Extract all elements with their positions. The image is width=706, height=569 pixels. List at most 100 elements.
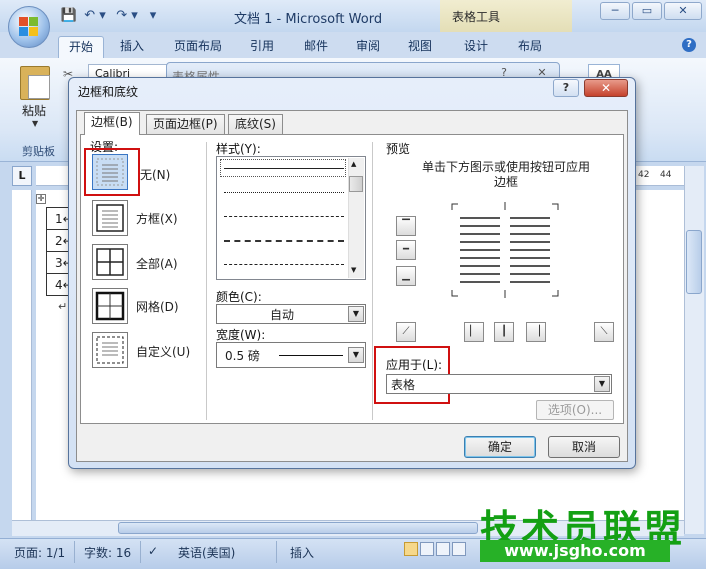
scroll-up-icon[interactable]: ▲ [351,160,356,168]
ruler-number: 42 [638,170,650,180]
customize-qat-icon[interactable]: ▾ [144,7,162,25]
bottom-border-icon[interactable]: ▁ [396,266,416,286]
setting-none-label[interactable]: 无(N) [140,166,170,183]
ok-button[interactable]: 确定 [464,436,536,458]
width-select[interactable]: 0.5 磅 ▼ [216,342,366,368]
setting-custom-icon[interactable] [92,332,128,368]
view-buttons[interactable] [404,542,480,558]
office-logo-icon [19,17,39,37]
office-button[interactable] [8,6,50,48]
print-layout-view-icon[interactable] [404,542,418,556]
preview-label: 预览 [386,142,411,156]
top-border-icon[interactable]: ▔ [396,216,416,236]
minimize-button[interactable]: ─ [600,2,630,20]
left-border-icon[interactable]: ▏ [464,322,484,342]
setting-box-label[interactable]: 方框(X) [136,210,178,227]
paste-icon[interactable] [20,66,50,100]
page-count[interactable]: 页面: 1/1 [14,544,65,561]
status-divider [140,541,141,563]
setting-all-label[interactable]: 全部(A) [136,255,178,272]
full-screen-view-icon[interactable] [420,542,434,556]
line-style-dotted[interactable] [224,192,344,193]
cancel-button[interactable]: 取消 [548,436,620,458]
dialog-close-button[interactable]: ✕ [584,79,628,97]
tab-shading[interactable]: 底纹(S) [228,114,283,134]
style-list-scroll-thumb[interactable] [349,176,363,192]
table-tools-label: 表格工具 [452,10,501,24]
ruler-number: 44 [660,170,672,180]
right-border-icon[interactable]: ▕ [526,322,546,342]
table-move-handle-icon[interactable]: ✛ [36,194,46,204]
setting-grid-label[interactable]: 网格(D) [136,298,179,315]
status-divider [276,541,277,563]
chevron-down-icon[interactable]: ▼ [594,376,610,392]
line-style-dashed-fine[interactable] [224,216,344,217]
apply-to-value: 表格 [391,378,416,392]
inside-vertical-border-icon[interactable]: ┃ [494,322,514,342]
vertical-ruler[interactable] [12,190,32,534]
style-label: 样式(Y): [216,142,261,156]
proofing-icon[interactable]: ✓ [148,544,158,558]
window-title: 文档 1 - Microsoft Word [234,12,383,27]
chevron-down-icon[interactable]: ▼ [348,347,364,363]
tab-page-layout[interactable]: 页面布局 [164,36,232,58]
tab-selector[interactable]: L [12,166,32,186]
vertical-scroll-thumb[interactable] [686,230,702,294]
preview-hint: 单击下方图示或使用按钮可应用边框 [421,160,590,189]
tab-mailings[interactable]: 邮件 [294,36,338,58]
outline-view-icon[interactable] [452,542,466,556]
insert-mode[interactable]: 插入 [290,544,314,561]
diagonal-up-border-icon[interactable]: ⟋ [396,322,416,342]
diagonal-down-border-icon[interactable]: ⟍ [594,322,614,342]
options-button[interactable]: 选项(O)... [536,400,614,420]
close-window-button[interactable]: ✕ [664,2,702,20]
setting-custom-label[interactable]: 自定义(U) [136,343,190,360]
tab-design[interactable]: 设计 [454,36,498,58]
tab-page-border[interactable]: 页面边框(P) [146,114,225,134]
horizontal-scroll-thumb[interactable] [118,522,478,534]
scroll-down-icon[interactable]: ▼ [351,266,356,274]
redo-icon[interactable]: ↷ ▾ [114,7,140,25]
setting-all-icon[interactable] [92,244,128,280]
color-label: 颜色(C): [216,290,262,304]
inside-horizontal-border-icon[interactable]: ━ [396,240,416,260]
status-divider [74,541,75,563]
tab-references[interactable]: 引用 [240,36,284,58]
line-style-dashed[interactable] [224,240,344,242]
color-select[interactable]: 自动 ▼ [216,304,366,324]
setting-none-icon[interactable] [92,154,128,190]
save-icon[interactable]: 💾 [60,7,78,25]
dialog-help-button[interactable]: ? [553,79,579,97]
section-divider [372,142,373,420]
language[interactable]: 英语(美国) [178,544,235,561]
paragraph-mark: ↵ [58,300,68,313]
tab-review[interactable]: 审阅 [346,36,390,58]
chevron-down-icon[interactable]: ▼ [348,306,364,322]
setting-box-icon[interactable] [92,200,128,236]
undo-icon[interactable]: ↶ ▾ [82,7,108,25]
border-preview[interactable] [450,202,560,298]
paste-dropdown-icon[interactable]: ▼ [32,119,38,128]
color-value: 自动 [269,308,294,322]
line-style-dash-dot[interactable] [224,264,344,265]
web-layout-view-icon[interactable] [436,542,450,556]
apply-to-label: 应用于(L): [386,358,443,372]
line-style-solid[interactable] [224,168,344,169]
dialog-title: 边框和底纹 [78,85,139,99]
tab-layout[interactable]: 布局 [508,36,552,58]
tab-view[interactable]: 视图 [398,36,442,58]
tab-borders[interactable]: 边框(B) [84,112,140,135]
restore-button[interactable]: ▭ [632,2,662,20]
setting-grid-icon[interactable] [92,288,128,324]
clipboard-group-label: 剪贴板 [22,145,55,158]
apply-to-select[interactable]: 表格 ▼ [386,374,612,394]
watermark-url: www.jsgho.com [480,540,670,562]
section-divider [206,142,207,420]
tab-home[interactable]: 开始 [58,36,105,58]
help-icon[interactable]: ? [682,38,696,52]
tab-insert[interactable]: 插入 [110,36,154,58]
vertical-scrollbar[interactable] [684,166,704,534]
width-line-sample [279,355,343,356]
paste-button-label[interactable]: 粘贴 [22,102,46,119]
word-count[interactable]: 字数: 16 [84,544,131,561]
